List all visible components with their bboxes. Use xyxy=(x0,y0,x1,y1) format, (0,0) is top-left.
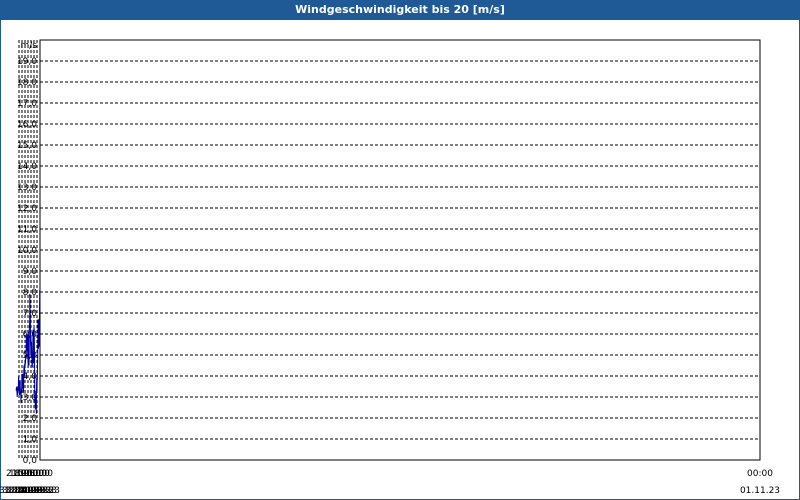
x-tick-time: 00:00 xyxy=(747,469,773,479)
y-axis-label: m/s xyxy=(21,41,38,51)
x-tick-time: 21:00 xyxy=(6,469,32,479)
chart-plot: m/s 0,01,02,03,04,05,06,07,08,09,010,011… xyxy=(0,39,780,496)
x-tick-date: 31.10.23 xyxy=(0,486,39,496)
x-tick-date: 01.11.23 xyxy=(740,486,780,496)
